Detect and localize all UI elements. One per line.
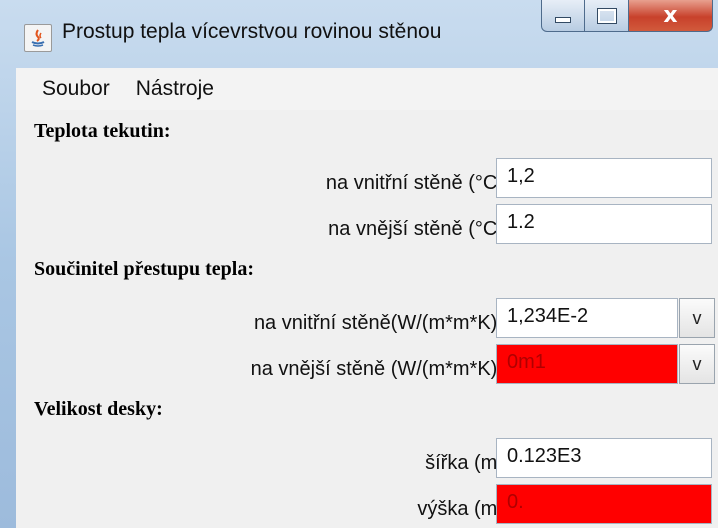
section-plate-size: Velikost desky: [34,398,163,420]
plate-width-label: šířka (m) [425,452,504,474]
close-button[interactable]: x [629,0,713,32]
client-area: Soubor Nástroje Teplota tekutin: na vnit… [16,68,718,528]
menu-bar: Soubor Nástroje [16,68,718,110]
outer-htc-unit-button[interactable]: v [679,344,715,384]
section-heat-transfer: Součinitel přestupu tepla: [34,258,255,280]
close-icon: x [663,3,678,28]
section-fluid-temperature: Teplota tekutin: [34,120,171,142]
window-controls: x [541,0,713,32]
plate-height-input[interactable]: 0. [496,484,712,524]
plate-height-label: výška (m) [417,498,504,520]
window-frame: Prostup tepla vícevrstvou rovinou stěnou… [0,0,718,528]
title-bar[interactable]: Prostup tepla vícevrstvou rovinou stěnou… [0,0,718,68]
menu-soubor[interactable]: Soubor [16,77,110,101]
outer-htc-label: na vnější stěně (W/(m*m*K)) [250,358,504,380]
inner-htc-unit-button[interactable]: v [679,298,715,338]
minimize-icon [555,16,571,23]
outer-temp-input[interactable]: 1.2 [496,204,712,244]
inner-temp-label: na vnitřní stěně (°C) [325,172,504,194]
inner-temp-input[interactable]: 1,2 [496,158,712,198]
plate-width-input[interactable]: 0.123E3 [496,438,712,478]
java-app-icon [24,24,52,52]
maximize-button[interactable] [585,0,629,32]
inner-htc-input[interactable]: 1,234E-2 [496,298,678,338]
outer-temp-label: na vnější stěně (°C) [328,218,504,240]
minimize-button[interactable] [541,0,585,32]
inner-htc-label: na vnitřní stěně(W/(m*m*K)) [253,312,504,334]
window-title: Prostup tepla vícevrstvou rovinou stěnou [62,20,442,43]
menu-nastroje[interactable]: Nástroje [110,77,214,101]
outer-htc-input[interactable]: 0m1 [496,344,678,384]
maximize-icon [596,7,617,24]
